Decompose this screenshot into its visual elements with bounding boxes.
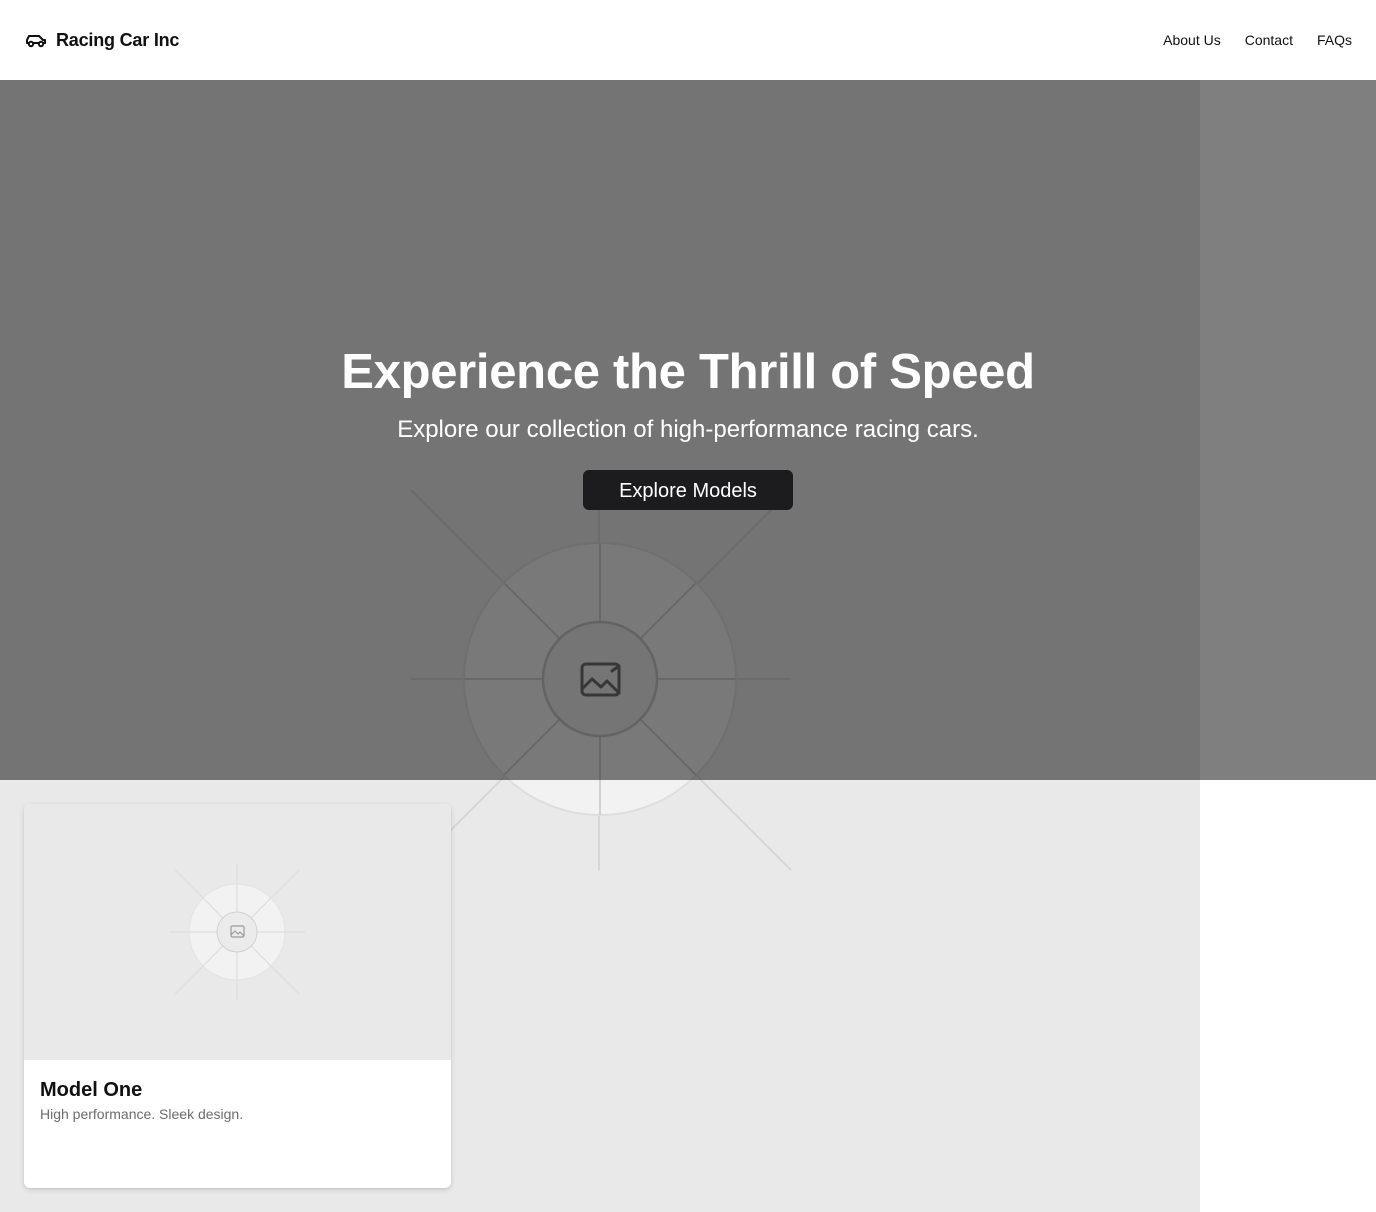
brand-name: Racing Car Inc (56, 29, 180, 50)
site-header: Racing Car Inc About Us Contact FAQs (0, 0, 1376, 80)
model-title: Model One (40, 1079, 143, 1101)
model-image-placeholder (24, 804, 451, 1060)
nav-link-contact[interactable]: Contact (1245, 32, 1293, 48)
hero-subtitle: Explore our collection of high-performan… (397, 416, 979, 443)
nav-link-about-us[interactable]: About Us (1163, 32, 1221, 48)
model-card[interactable]: Model One High performance. Sleek design… (24, 804, 451, 1188)
model-description: High performance. Sleek design. (40, 1106, 244, 1122)
hero-section: Experience the Thrill of Speed Explore o… (0, 80, 1376, 780)
brand-link[interactable]: Racing Car Inc (24, 28, 179, 52)
car-icon (26, 35, 46, 48)
hero-title: Experience the Thrill of Speed (341, 345, 1035, 399)
image-placeholder-icon (169, 864, 305, 1000)
hero-content: Experience the Thrill of Speed Explore o… (0, 342, 1376, 510)
nav-link-faqs[interactable]: FAQs (1317, 32, 1352, 48)
main-nav: About Us Contact FAQs (1163, 32, 1352, 48)
model-card-body: Model One High performance. Sleek design… (24, 1060, 451, 1140)
explore-models-button[interactable]: Explore Models (583, 470, 793, 510)
